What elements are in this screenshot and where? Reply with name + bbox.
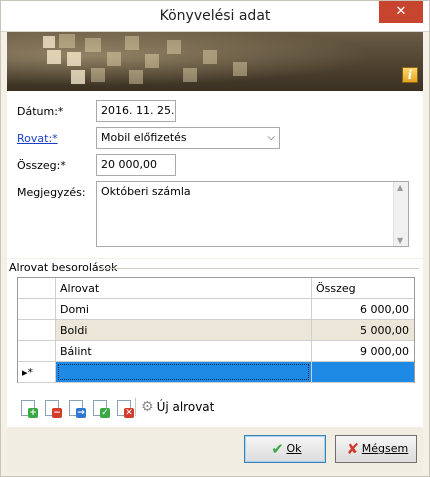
- cancel-button[interactable]: ✘ Mégsem: [335, 435, 417, 463]
- subcategory-grid: Alrovat Összeg Domi 6 000,00 Boldi 5 000…: [17, 277, 415, 383]
- table-row[interactable]: Bálint 9 000,00: [18, 341, 414, 362]
- row-selector[interactable]: [18, 299, 56, 319]
- category-label-link[interactable]: Rovat:*: [17, 132, 58, 145]
- new-row-name-cell[interactable]: [56, 362, 312, 382]
- scroll-down-icon[interactable]: ▼: [397, 236, 403, 245]
- row-amount-cell[interactable]: 6 000,00: [312, 299, 414, 319]
- new-row[interactable]: ▸*: [18, 362, 414, 383]
- toolbar-separator: [135, 398, 136, 416]
- subcategory-group: Alrovat besorolások Alrovat Összeg Domi …: [7, 259, 423, 427]
- new-row-marker: ▸*: [18, 362, 56, 382]
- note-scrollbar[interactable]: ▲ ▼: [393, 182, 408, 246]
- table-row[interactable]: Domi 6 000,00: [18, 299, 414, 320]
- info-icon[interactable]: i: [402, 67, 418, 83]
- header-selector-cell: [18, 278, 56, 298]
- close-icon: ✘: [346, 440, 360, 458]
- date-label: Dátum:*: [17, 105, 64, 118]
- confirm-row-icon[interactable]: ✓: [93, 400, 110, 418]
- row-selector[interactable]: [18, 341, 56, 361]
- ok-label: Ok: [286, 442, 302, 455]
- category-select-value: Mobil előfizetés: [101, 131, 187, 144]
- row-name-cell[interactable]: Bálint: [56, 341, 312, 361]
- grid-header-row: Alrovat Összeg: [18, 278, 414, 299]
- note-text: Októberi számla: [101, 185, 191, 198]
- chevron-down-icon[interactable]: ⌵: [267, 132, 275, 143]
- amount-label: Összeg:*: [17, 159, 66, 172]
- column-header-amount[interactable]: Összeg: [312, 278, 414, 298]
- category-select[interactable]: Mobil előfizetés ⌵: [96, 127, 280, 149]
- row-amount-cell[interactable]: 5 000,00: [312, 320, 414, 340]
- date-field[interactable]: 2016. 11. 25.: [96, 100, 176, 122]
- close-button[interactable]: ✕: [379, 1, 423, 23]
- checkmark-icon: ✔: [271, 440, 284, 458]
- form-panel: Dátum:* 2016. 11. 25. Rovat:* Mobil előf…: [7, 91, 423, 258]
- row-name-cell[interactable]: Boldi: [56, 320, 312, 340]
- group-divider: [99, 268, 419, 269]
- note-label: Megjegyzés:: [17, 186, 86, 199]
- cancel-row-icon[interactable]: ✕: [117, 400, 134, 418]
- scroll-up-icon[interactable]: ▲: [397, 183, 403, 192]
- column-header-name[interactable]: Alrovat: [56, 278, 312, 298]
- table-row[interactable]: Boldi 5 000,00: [18, 320, 414, 341]
- header-banner: i: [7, 32, 423, 91]
- ok-button[interactable]: ✔ Ok: [244, 435, 326, 463]
- new-subcategory-button[interactable]: ⚙ Új alrovat: [141, 399, 214, 415]
- gear-icon: ⚙: [141, 399, 154, 415]
- window-title: Könyvelési adat: [159, 8, 271, 24]
- note-textarea[interactable]: Októberi számla ▲ ▼: [96, 181, 409, 247]
- dialog-footer: ✔ Ok ✘ Mégsem: [7, 427, 423, 472]
- title-bar: Könyvelési adat ✕: [1, 1, 429, 32]
- add-row-icon[interactable]: +: [21, 400, 38, 418]
- new-row-amount-cell[interactable]: [312, 362, 414, 382]
- grid-toolbar: + − → ✓ ✕ ⚙ Új alrovat: [17, 395, 415, 419]
- delete-row-icon[interactable]: −: [45, 400, 62, 418]
- row-selector[interactable]: [18, 320, 56, 340]
- cancel-label: Mégsem: [361, 442, 409, 455]
- dialog-window: Könyvelési adat ✕ i Dátum:* 2016. 11. 25…: [0, 0, 430, 477]
- row-amount-cell[interactable]: 9 000,00: [312, 341, 414, 361]
- row-name-cell[interactable]: Domi: [56, 299, 312, 319]
- amount-field[interactable]: 20 000,00: [96, 154, 176, 176]
- new-subcategory-label: Új alrovat: [156, 400, 215, 414]
- move-row-icon[interactable]: →: [69, 400, 86, 418]
